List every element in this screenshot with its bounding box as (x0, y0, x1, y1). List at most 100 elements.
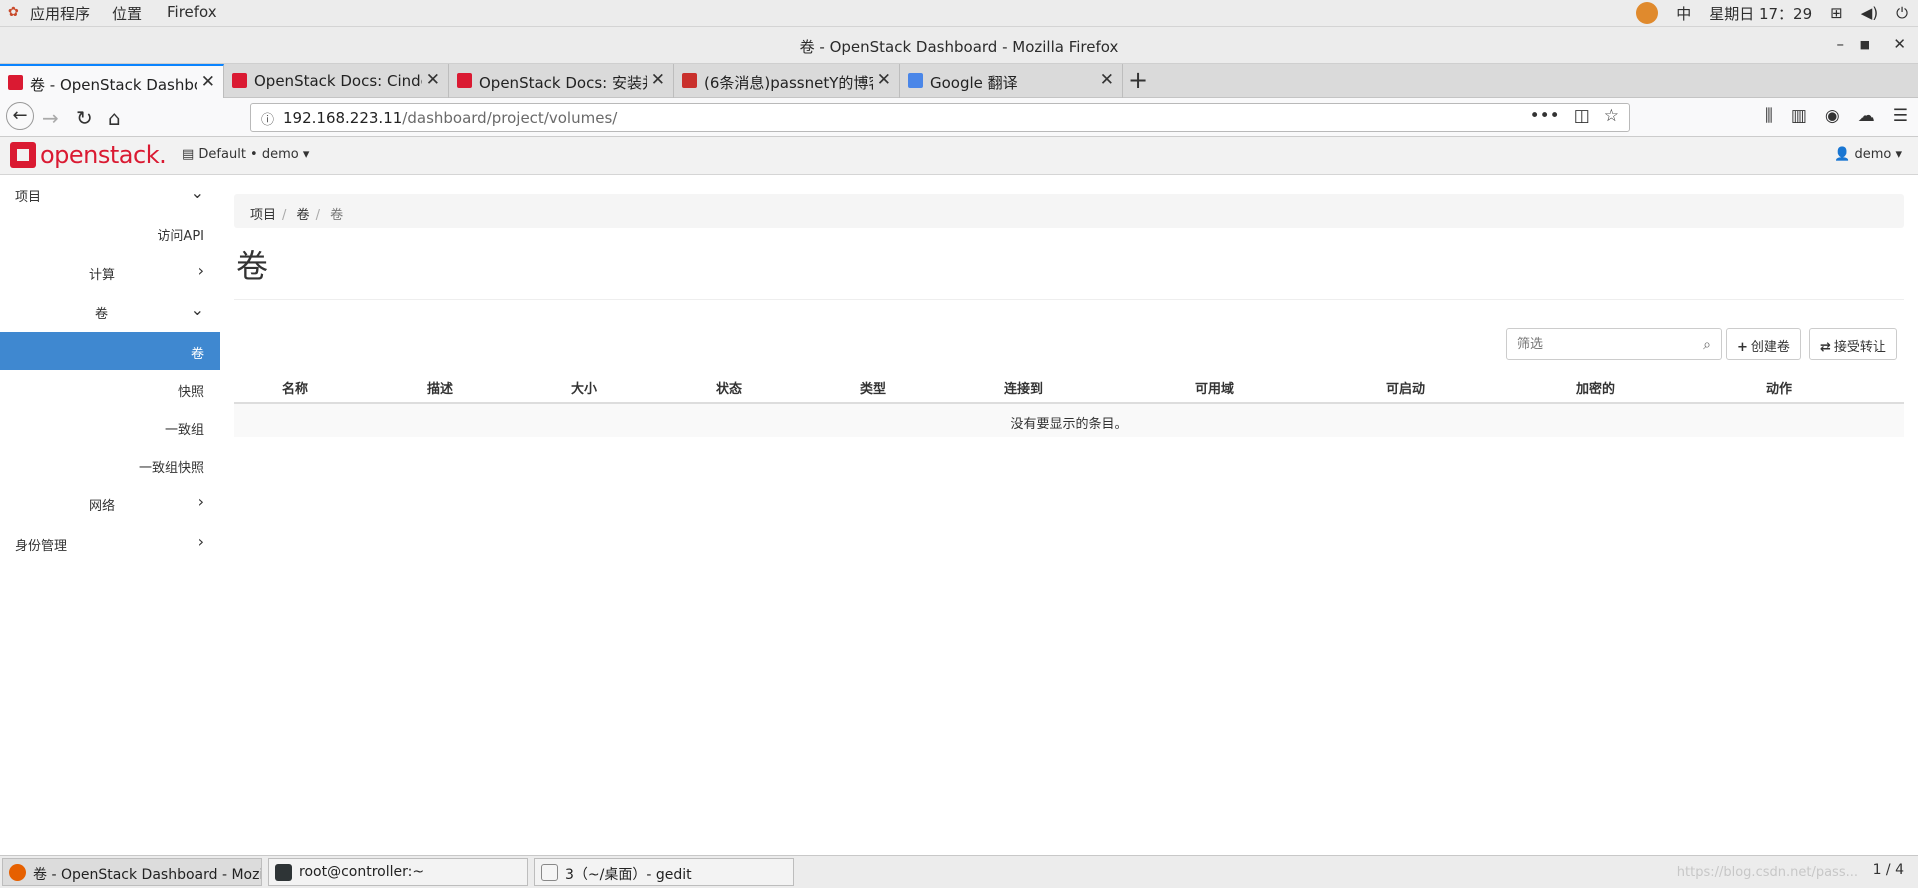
csdn-icon (682, 73, 697, 88)
close-tab-icon[interactable]: ✕ (651, 70, 665, 90)
column-header-description[interactable]: 描述 (427, 378, 453, 397)
reload-icon[interactable]: ↻ (76, 106, 93, 130)
create-volume-button[interactable]: + 创建卷 (1726, 328, 1801, 360)
tab-install-docs[interactable]: OpenStack Docs: 安装并配 ✕ (449, 64, 674, 98)
home-icon[interactable]: ⌂ (108, 106, 121, 130)
plus-icon: + (1737, 340, 1748, 355)
user-avatar-icon[interactable] (1636, 2, 1659, 24)
network-icon[interactable]: ⊞ (1830, 4, 1843, 22)
desktop: { "topbar": { "apps_label": "应用程序", "pla… (0, 0, 1918, 888)
firefox-app-menu[interactable]: Firefox (167, 3, 217, 21)
filter-input[interactable] (1507, 329, 1721, 359)
navigation-bar: ← → ↻ ⌂ ⓘ 192.168.223.11/dashboard/proje… (0, 98, 1918, 137)
chevron-right-icon: › (197, 532, 204, 551)
openstack-header: openstack. ▤ Default • demo ▾ 👤 demo ▾ (0, 137, 1918, 175)
column-header-bootable[interactable]: 可启动 (1386, 378, 1425, 397)
column-header-attached-to[interactable]: 连接到 (1004, 378, 1043, 397)
close-tab-icon[interactable]: ✕ (877, 70, 891, 90)
window-title-bar: 卷 - OpenStack Dashboard - Mozilla Firefo… (0, 27, 1918, 64)
sidebar-item-snapshots[interactable]: 快照 (0, 370, 220, 408)
new-tab-icon[interactable]: + (1128, 66, 1148, 94)
breadcrumb-volume-group[interactable]: 卷 (297, 208, 310, 223)
google-translate-icon (908, 73, 923, 88)
library-icon[interactable]: ⫼ (1765, 106, 1773, 126)
watermark: https://blog.csdn.net/pass... (1676, 865, 1858, 880)
site-info-icon[interactable]: ⓘ (261, 109, 274, 128)
task-gedit[interactable]: 3（~/桌面）- gedit (534, 858, 794, 886)
bookmark-star-icon[interactable]: ☆ (1604, 106, 1619, 126)
column-header-encrypted[interactable]: 加密的 (1576, 378, 1615, 397)
gedit-icon (541, 864, 558, 881)
breadcrumb-project[interactable]: 项目 (250, 208, 276, 223)
column-header-size[interactable]: 大小 (571, 378, 597, 397)
hamburger-menu-icon[interactable]: ☰ (1893, 106, 1908, 126)
sidebar-item-compute[interactable]: 计算 › (0, 253, 220, 291)
openstack-logo-icon (10, 142, 36, 168)
workspace-pager[interactable]: 1 / 4 (1873, 862, 1904, 878)
input-method-indicator[interactable]: 中 (1676, 3, 1691, 24)
places-menu[interactable]: 位置 (112, 3, 142, 24)
sidebar-item-identity[interactable]: 身份管理 › (0, 524, 220, 562)
accept-transfer-button[interactable]: ⇄ 接受转让 (1809, 328, 1897, 360)
close-tab-icon[interactable]: ✕ (1100, 70, 1114, 90)
sidebar: 项目 ⌄ 访问API 计算 › 卷 ⌄ 卷 快照 一致组 一致组快照 网络 › … (0, 175, 220, 855)
sidebar-item-volumes[interactable]: 卷 (0, 332, 220, 370)
back-icon[interactable]: ← (6, 102, 34, 130)
chevron-down-icon: ⌄ (190, 300, 204, 319)
volume-icon[interactable]: ◀) (1861, 4, 1878, 22)
user-menu[interactable]: 👤 demo ▾ (1834, 147, 1902, 162)
column-header-type[interactable]: 类型 (860, 378, 886, 397)
power-icon[interactable]: ⏻ (1896, 4, 1908, 22)
user-icon: 👤 (1834, 147, 1855, 162)
breadcrumb-current: 卷 (330, 208, 344, 223)
chevron-right-icon: › (197, 261, 204, 280)
tab-cinder-docs[interactable]: OpenStack Docs: Cinder I ✕ (224, 64, 449, 98)
chevron-right-icon: › (197, 492, 204, 511)
close-window-icon[interactable]: ✕ (1893, 35, 1906, 53)
minimize-icon[interactable]: – (1837, 35, 1845, 53)
openstack-icon (457, 73, 472, 88)
tab-volumes[interactable]: 卷 - OpenStack Dashboard ✕ (0, 64, 224, 98)
column-header-status[interactable]: 状态 (716, 378, 742, 397)
sidebar-item-consistency-groups[interactable]: 一致组 (0, 408, 220, 446)
tab-csdn-blog[interactable]: (6条消息)passnetY的博客 ✕ (674, 64, 900, 98)
project-icon: ▤ (182, 147, 199, 162)
close-tab-icon[interactable]: ✕ (201, 72, 215, 92)
system-tray: 中 星期日 17：29 ⊞ ◀) ⏻ (1636, 2, 1908, 24)
apps-menu[interactable]: 应用程序 (30, 3, 90, 24)
url-text[interactable]: 192.168.223.11/dashboard/project/volumes… (283, 109, 617, 127)
tab-strip: 卷 - OpenStack Dashboard ✕ OpenStack Docs… (0, 64, 1918, 98)
filter-box: ⌕ (1506, 328, 1722, 360)
page-title: 卷 (236, 247, 269, 285)
sidebar-item-network[interactable]: 网络 › (0, 484, 220, 522)
close-tab-icon[interactable]: ✕ (426, 70, 440, 90)
tab-google-translate[interactable]: Google 翻译 ✕ (900, 64, 1123, 98)
openstack-logo[interactable]: openstack. (10, 141, 167, 169)
column-header-actions: 动作 (1766, 382, 1793, 397)
page-actions-icon[interactable]: ••• (1530, 106, 1560, 126)
url-bar[interactable]: ⓘ 192.168.223.11/dashboard/project/volum… (250, 103, 1630, 132)
openstack-icon (232, 73, 247, 88)
extension-icon[interactable]: ☁ (1858, 106, 1875, 126)
task-terminal[interactable]: root@controller:~ (268, 858, 528, 886)
task-firefox[interactable]: 卷 - OpenStack Dashboard - Mozill··· (2, 858, 262, 886)
window-list-taskbar: 卷 - OpenStack Dashboard - Mozill··· root… (0, 855, 1918, 888)
project-selector[interactable]: ▤ Default • demo ▾ (182, 147, 309, 162)
window-title: 卷 - OpenStack Dashboard - Mozilla Firefo… (799, 38, 1119, 56)
sidebar-item-volume-group[interactable]: 卷 ⌄ (0, 292, 220, 330)
empty-table-message: 没有要显示的条目。 (234, 404, 1904, 437)
maximize-icon[interactable]: ■ (1860, 38, 1870, 51)
forward-icon[interactable]: → (42, 106, 59, 130)
sidebar-toggle-icon[interactable]: ▥ (1791, 106, 1807, 126)
sidebar-item-consistency-group-snapshots[interactable]: 一致组快照 (0, 446, 220, 484)
pocket-icon[interactable]: ◫ (1574, 106, 1590, 126)
gnome-top-bar: ✿ 应用程序 位置 Firefox 中 星期日 17：29 ⊞ ◀) ⏻ (0, 0, 1918, 27)
column-header-availability-zone[interactable]: 可用域 (1195, 378, 1234, 397)
clock[interactable]: 星期日 17：29 (1709, 3, 1812, 24)
sidebar-item-api-access[interactable]: 访问API (0, 214, 220, 252)
column-header-name[interactable]: 名称 (282, 378, 308, 397)
sidebar-item-project[interactable]: 项目 ⌄ (0, 175, 220, 213)
openstack-icon (8, 75, 23, 90)
account-icon[interactable]: ◉ (1825, 106, 1840, 126)
search-icon[interactable]: ⌕ (1703, 337, 1711, 353)
